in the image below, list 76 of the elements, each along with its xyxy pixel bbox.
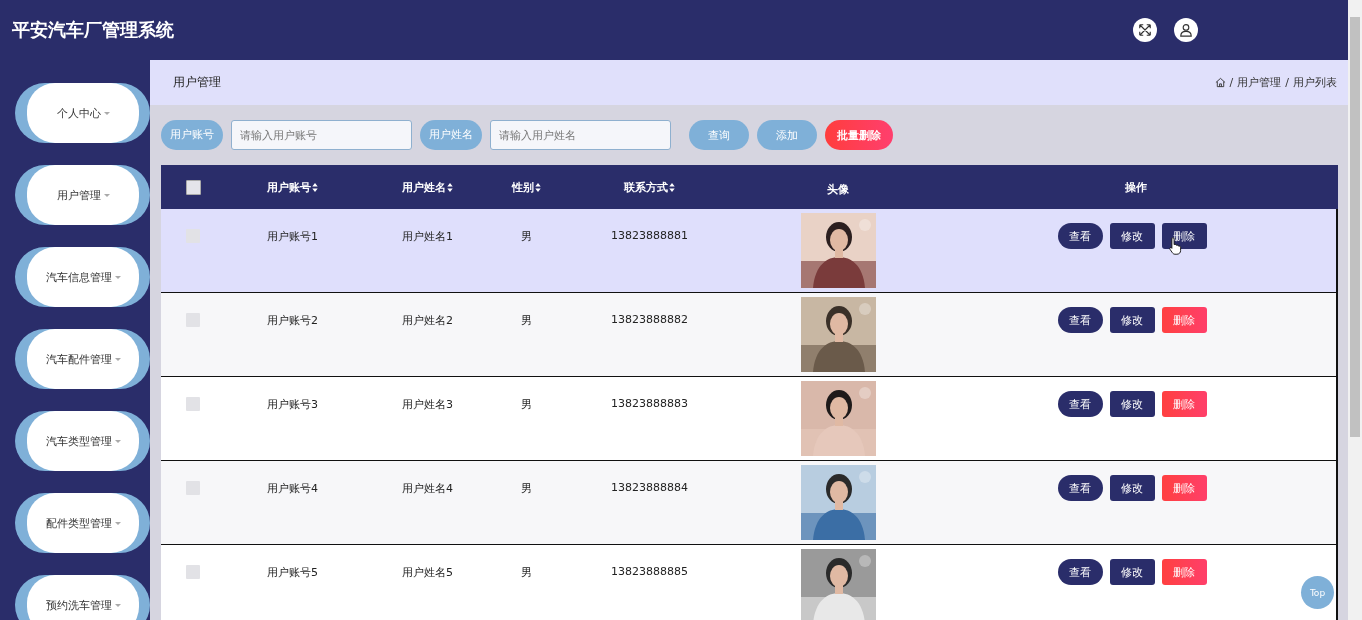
menu-item[interactable]: 汽车类型管理 <box>27 411 139 471</box>
fullscreen-icon[interactable] <box>1133 18 1157 42</box>
search-field[interactable]: 请输入用户姓名 <box>490 120 671 150</box>
field-label: 用户账号 <box>161 120 223 150</box>
sort-icon[interactable] <box>447 182 453 192</box>
column-header[interactable]: 性别 <box>511 179 534 195</box>
table-cell: 用户姓名3 <box>402 397 453 412</box>
breadcrumb-item: 用户列表 <box>1293 75 1337 90</box>
edit-button[interactable]: 修改 <box>1109 391 1155 417</box>
table-cell: 用户账号3 <box>267 397 318 412</box>
select-all-checkbox[interactable] <box>185 179 201 195</box>
caret-icon <box>114 521 121 525</box>
table-cell: 用户账号5 <box>267 565 318 580</box>
caret-icon <box>114 275 121 279</box>
table-cell: 13823888881 <box>611 229 688 242</box>
view-button[interactable]: 查看 <box>1057 475 1103 501</box>
column-header[interactable]: 用户账号 <box>267 179 311 195</box>
table-cell: 男 <box>520 481 532 496</box>
column-header: 头像 <box>827 181 849 197</box>
edit-button[interactable]: 修改 <box>1109 559 1155 585</box>
table-cell: 男 <box>520 229 532 244</box>
table-row[interactable]: 用户账号2 用户姓名2 男 13823888882 查看 修改 删除 <box>161 293 1338 377</box>
table-cell: 男 <box>520 313 532 328</box>
view-button[interactable]: 查看 <box>1057 307 1103 333</box>
row-checkbox[interactable] <box>186 565 200 579</box>
caret-icon <box>114 603 121 607</box>
field-label: 用户姓名 <box>420 120 482 150</box>
home-icon[interactable] <box>1214 77 1226 88</box>
menu-item[interactable]: 预约洗车管理 <box>27 575 139 620</box>
search-field[interactable]: 请输入用户账号 <box>231 120 412 150</box>
menu-item[interactable]: 用户管理 <box>27 165 139 225</box>
view-button[interactable]: 查看 <box>1057 391 1103 417</box>
table-cell: 用户账号1 <box>267 229 318 244</box>
table-row[interactable]: 用户账号1 用户姓名1 男 13823888881 查看 修改 删除 <box>161 209 1338 293</box>
table-cell: 用户账号2 <box>267 313 318 328</box>
user-icon[interactable] <box>1174 18 1198 42</box>
menu-item[interactable]: 个人中心 <box>27 83 139 143</box>
table-cell: 用户姓名1 <box>402 229 453 244</box>
breadcrumb-separator: / <box>1285 76 1289 89</box>
sort-icon[interactable] <box>312 182 318 192</box>
table-cell: 用户账号4 <box>267 481 318 496</box>
view-button[interactable]: 查看 <box>1057 559 1103 585</box>
table-cell: 用户姓名4 <box>402 481 453 496</box>
scrollbar[interactable] <box>1348 0 1362 620</box>
menu-item[interactable]: 汽车配件管理 <box>27 329 139 389</box>
column-header[interactable]: 联系方式 <box>624 179 668 195</box>
table-row[interactable]: 用户账号3 用户姓名3 男 13823888883 查看 修改 删除 <box>161 377 1338 461</box>
table-cell: 男 <box>520 565 532 580</box>
caret-icon <box>103 111 110 115</box>
table-cell: 男 <box>520 397 532 412</box>
breadcrumb-item[interactable]: 用户管理 <box>1237 75 1282 90</box>
menu-item[interactable]: 配件类型管理 <box>27 493 139 553</box>
view-button[interactable]: 查看 <box>1057 223 1103 249</box>
delete-button[interactable]: 删除 <box>1161 223 1207 249</box>
table-cell: 13823888885 <box>611 565 688 578</box>
row-checkbox[interactable] <box>186 397 200 411</box>
table-cell: 13823888884 <box>611 481 688 494</box>
table-cell: 13823888882 <box>611 313 688 326</box>
table-cell: 13823888883 <box>611 397 688 410</box>
column-header[interactable]: 用户姓名 <box>402 179 446 195</box>
table-cell: 用户姓名5 <box>402 565 453 580</box>
caret-icon <box>103 193 110 197</box>
sort-icon[interactable] <box>534 182 541 192</box>
page-title: 用户管理 <box>173 74 221 91</box>
app-title: 平安汽车厂管理系统 <box>12 18 174 42</box>
edit-button[interactable]: 修改 <box>1109 223 1155 249</box>
table-row[interactable]: 用户账号4 用户姓名4 男 13823888884 查看 修改 删除 <box>161 461 1338 545</box>
caret-icon <box>114 357 121 361</box>
column-header: 操作 <box>1125 179 1147 195</box>
breadcrumb-separator: / <box>1229 76 1234 89</box>
table-cell: 用户姓名2 <box>402 313 453 328</box>
caret-icon <box>114 439 121 443</box>
edit-button[interactable]: 修改 <box>1109 307 1155 333</box>
sort-icon[interactable] <box>669 182 675 192</box>
edit-button[interactable]: 修改 <box>1109 475 1155 501</box>
menu-item[interactable]: 汽车信息管理 <box>27 247 139 307</box>
